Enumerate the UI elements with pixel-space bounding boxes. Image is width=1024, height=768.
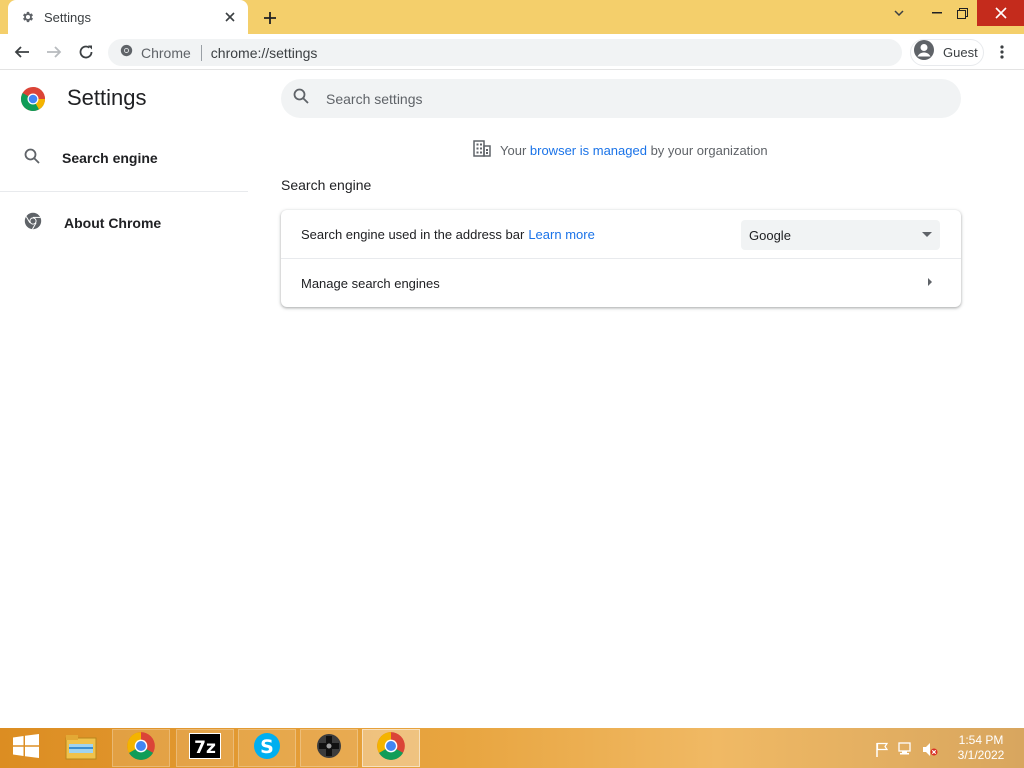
sidebar-item-search-engine[interactable]: Search engine — [0, 136, 248, 180]
sidebar-divider — [0, 191, 248, 192]
section-title: Search engine — [281, 177, 372, 193]
title-bar: Settings — [0, 0, 1024, 34]
dropdown-caret-icon — [922, 232, 932, 237]
settings-search[interactable] — [281, 79, 961, 118]
omnibox-chip: Chrome — [141, 44, 191, 61]
row-label: Manage search engines — [301, 275, 440, 291]
reload-button[interactable] — [72, 38, 100, 66]
back-button[interactable] — [8, 38, 36, 66]
tab-settings[interactable]: Settings — [8, 0, 248, 34]
learn-more-link[interactable]: Learn more — [528, 227, 594, 242]
tab-search-button[interactable] — [887, 0, 911, 26]
search-icon — [293, 88, 309, 109]
system-clock[interactable]: 1:54 PM 3/1/2022 — [950, 733, 1012, 763]
chrome-icon — [376, 731, 406, 766]
manage-search-engines-row[interactable]: Manage search engines — [281, 259, 961, 307]
default-search-engine-row: Search engine used in the address bar Le… — [281, 210, 961, 258]
windows-logo-icon — [13, 733, 39, 763]
chrome-icon — [126, 731, 156, 766]
avatar-icon — [913, 39, 935, 66]
game-controller-icon — [315, 732, 343, 765]
sidebar-item-about-chrome[interactable]: About Chrome — [0, 201, 248, 245]
browser-toolbar: Chrome chrome://settings Guest — [0, 34, 1024, 70]
taskbar-skype[interactable]: S — [238, 729, 296, 767]
building-icon — [473, 140, 491, 160]
flag-icon[interactable] — [874, 741, 890, 757]
gear-icon — [20, 9, 36, 25]
new-tab-button[interactable] — [259, 7, 281, 29]
minimize-button[interactable] — [925, 0, 949, 26]
clock-date: 3/1/2022 — [957, 748, 1005, 762]
managed-prefix: Your — [500, 142, 530, 158]
select-value: Google — [749, 227, 791, 243]
managed-suffix: by your organization — [646, 142, 768, 158]
tab-title: Settings — [44, 9, 91, 25]
profile-button[interactable]: Guest — [910, 39, 984, 66]
network-icon[interactable] — [898, 741, 914, 757]
clock-time: 1:54 PM — [958, 733, 1004, 747]
settings-page: Settings Search engine About Chrome Your… — [0, 71, 1024, 728]
url-text: chrome://settings — [210, 44, 318, 61]
restore-button[interactable] — [950, 0, 974, 26]
volume-muted-icon[interactable] — [922, 741, 938, 757]
page-title: Settings — [67, 85, 147, 110]
row-label: Search engine used in the address bar — [301, 226, 525, 242]
svg-text:7z: 7z — [194, 738, 216, 758]
managed-text: Your browser is managed by your organiza… — [500, 143, 768, 158]
skype-icon: S — [253, 732, 281, 765]
chrome-icon — [24, 212, 42, 235]
taskbar: 7z S 1:54 PM 3/1/2022 — [0, 728, 1024, 768]
file-explorer-icon — [65, 732, 97, 765]
svg-text:S: S — [260, 736, 274, 758]
taskbar-7zip[interactable]: 7z — [176, 729, 234, 767]
profile-label: Guest — [943, 45, 978, 60]
close-window-button[interactable] — [977, 0, 1024, 26]
start-button[interactable] — [6, 733, 46, 763]
search-engine-card: Search engine used in the address bar Le… — [281, 210, 961, 307]
sidebar-item-label: Search engine — [62, 150, 158, 166]
sidebar-item-label: About Chrome — [64, 215, 162, 231]
managed-link[interactable]: browser is managed — [530, 143, 647, 158]
taskbar-game-controller[interactable] — [300, 729, 358, 767]
address-bar[interactable]: Chrome chrome://settings — [108, 39, 902, 66]
managed-notice: Your browser is managed by your organiza… — [473, 140, 768, 160]
omnibox-separator — [200, 44, 202, 61]
kebab-menu-icon[interactable] — [992, 42, 1012, 62]
chevron-right-icon — [928, 278, 932, 286]
tab-close-icon[interactable] — [222, 9, 238, 25]
taskbar-chrome[interactable] — [112, 729, 170, 767]
taskbar-file-explorer[interactable] — [52, 729, 110, 767]
7zip-icon: 7z — [189, 732, 221, 764]
taskbar-chrome-active[interactable] — [362, 729, 420, 767]
search-icon — [24, 148, 40, 169]
chrome-logo-icon — [20, 86, 46, 112]
forward-button[interactable] — [40, 38, 68, 66]
search-input[interactable] — [326, 90, 926, 107]
chrome-site-icon — [120, 44, 133, 62]
search-engine-select[interactable]: Google — [741, 220, 940, 250]
